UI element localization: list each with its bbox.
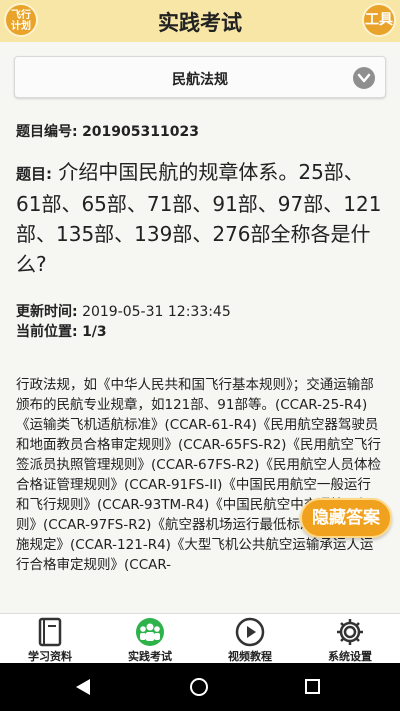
- recent-apps-icon[interactable]: [305, 679, 320, 694]
- group-icon: [134, 617, 166, 647]
- page-title: 实践考试: [158, 11, 242, 35]
- position-value: 1/3: [82, 324, 107, 340]
- system-nav-bar: [0, 663, 400, 711]
- category-select-value: 民航法规: [172, 72, 228, 88]
- tab-video-tutorials[interactable]: 视频教程: [200, 614, 300, 664]
- position-label: 当前位置:: [16, 324, 78, 340]
- question-block: 题目: 介绍中国民航的规章体系。25部、61部、65部、71部、91部、97部、…: [16, 157, 384, 279]
- question-id-value: 201905311023: [82, 124, 199, 140]
- gear-icon: [334, 617, 366, 647]
- update-time-row: 更新时间: 2019-05-31 12:33:45: [16, 301, 231, 321]
- position-row: 当前位置: 1/3: [16, 321, 107, 341]
- tools-badge[interactable]: 工具: [362, 3, 396, 37]
- book-icon: [34, 617, 66, 647]
- home-icon[interactable]: [190, 678, 208, 696]
- update-time-value: 2019-05-31 12:33:45: [82, 304, 231, 320]
- app-header: 飞行 计划 实践考试 工具: [0, 0, 400, 42]
- category-select[interactable]: 民航法规: [14, 56, 386, 98]
- question-label: 题目:: [16, 165, 52, 183]
- update-time-label: 更新时间:: [16, 304, 78, 320]
- question-id-row: 题目编号: 201905311023: [16, 121, 199, 141]
- hide-answer-button[interactable]: 隐藏答案: [300, 498, 392, 538]
- chevron-down-icon[interactable]: [353, 67, 375, 89]
- tab-practice-exam[interactable]: 实践考试: [100, 614, 200, 664]
- question-text: 介绍中国民航的规章体系。25部、61部、65部、71部、91部、97部、121部…: [16, 160, 382, 276]
- tab-video-tutorials-label: 视频教程: [228, 650, 272, 663]
- tools-badge-label: 工具: [365, 12, 393, 28]
- play-icon: [234, 617, 266, 647]
- tab-system-settings[interactable]: 系统设置: [300, 614, 400, 664]
- tab-study-materials-label: 学习资料: [28, 650, 72, 663]
- tab-practice-exam-label: 实践考试: [128, 650, 172, 663]
- tab-study-materials[interactable]: 学习资料: [0, 614, 100, 664]
- back-icon[interactable]: [76, 679, 90, 695]
- answer-text: 行政法规，如《中华人民共和国飞行基本规则》；交通运输部颁布的民航专业规章，如12…: [16, 377, 381, 573]
- question-id-label: 题目编号:: [16, 124, 78, 140]
- bottom-tab-bar: 学习资料 实践考试 视频教程 系统设置: [0, 613, 400, 663]
- tab-system-settings-label: 系统设置: [328, 650, 372, 663]
